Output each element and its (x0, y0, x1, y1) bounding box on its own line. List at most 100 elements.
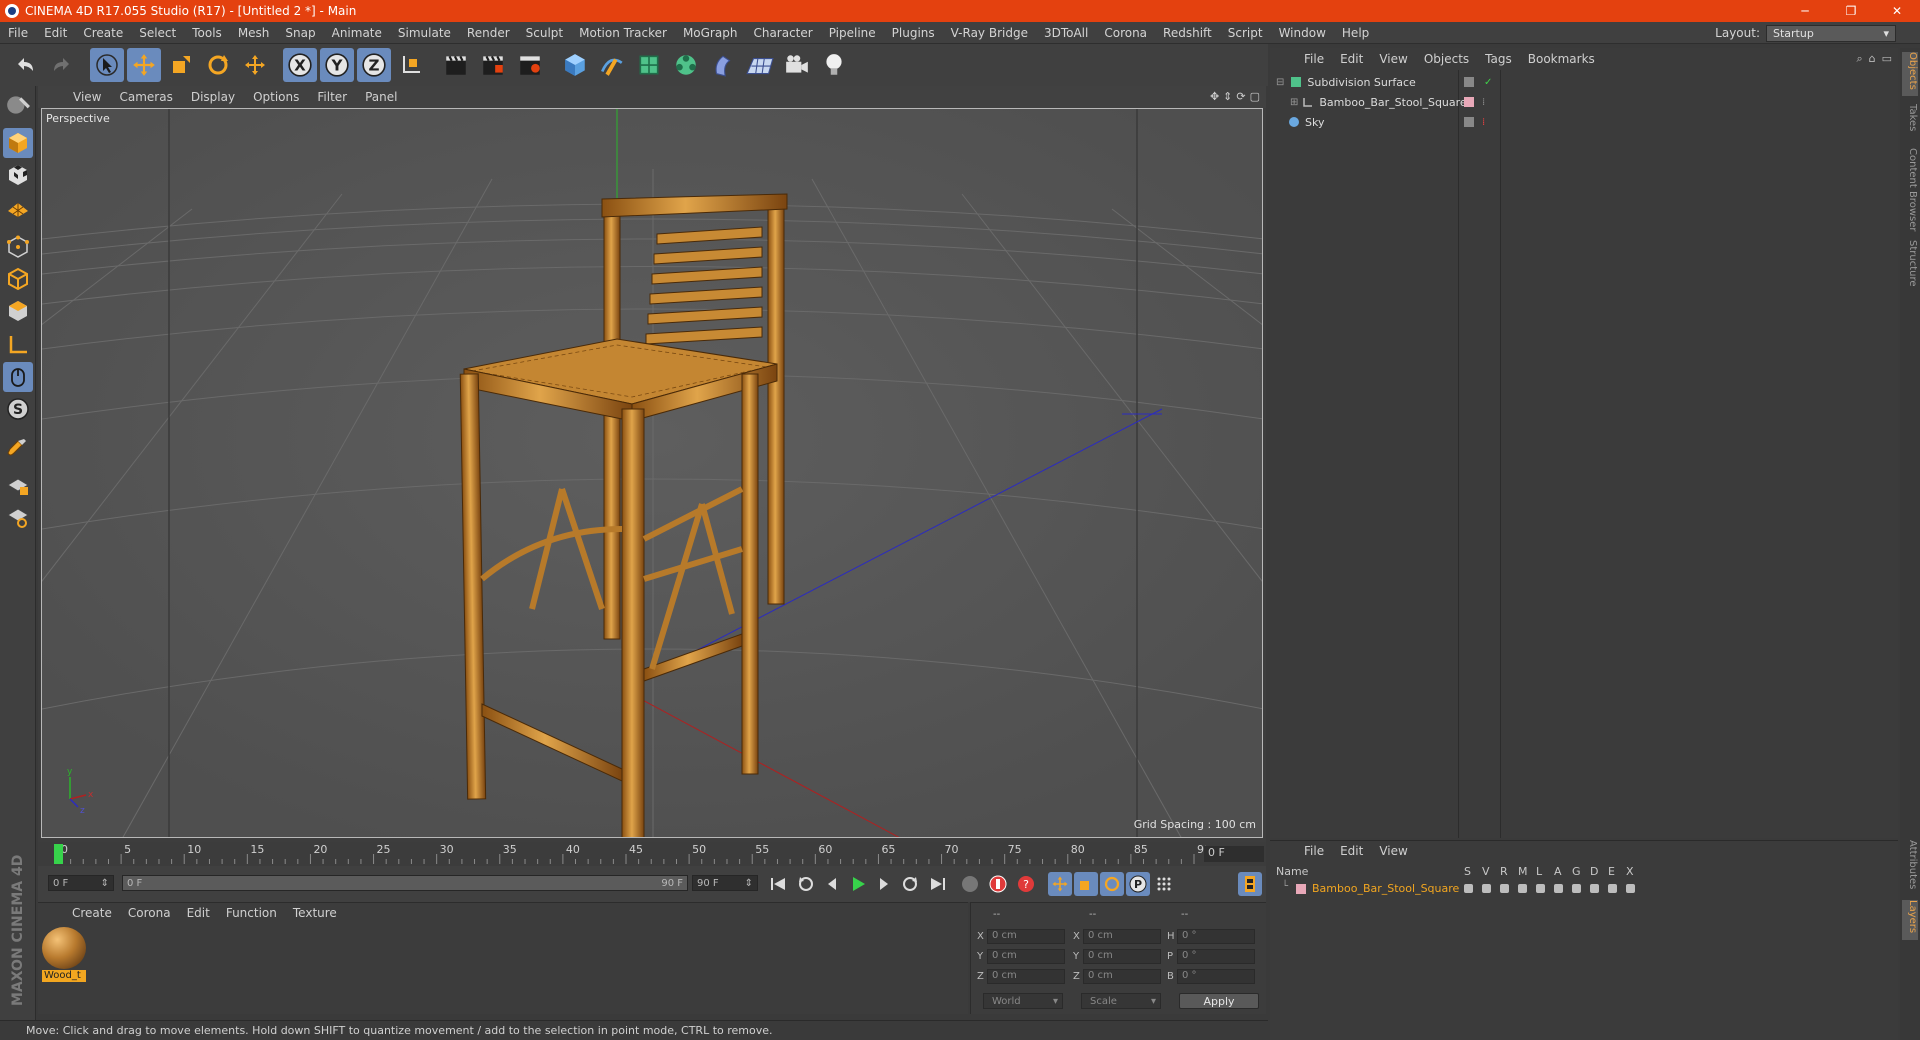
viewport-menu-display[interactable]: Display (182, 90, 244, 104)
next-frame-button[interactable] (872, 872, 896, 896)
viewport-menu-options[interactable]: Options (244, 90, 308, 104)
coordinate-system-dropdown[interactable]: World ▾ (983, 993, 1063, 1009)
cloner-button[interactable] (669, 48, 703, 82)
go-to-start-button[interactable] (766, 872, 790, 896)
spline-pen-button[interactable] (595, 48, 629, 82)
layer-menu-view[interactable]: View (1371, 844, 1415, 858)
maximize-icon[interactable]: ▭ (1882, 52, 1892, 66)
viewport-menu-cameras[interactable]: Cameras (110, 90, 181, 104)
edit-visibility-icon[interactable] (1464, 117, 1474, 127)
snapping-button[interactable]: S (3, 394, 33, 424)
menu-sculpt[interactable]: Sculpt (518, 26, 571, 40)
tab-structure[interactable]: Structure (1902, 240, 1918, 296)
position-key-button[interactable] (1048, 872, 1072, 896)
magnet-button[interactable] (3, 432, 33, 462)
menu-tools[interactable]: Tools (184, 26, 230, 40)
render-view-button[interactable] (439, 48, 473, 82)
autokey-button[interactable] (986, 872, 1010, 896)
layer-menu-file[interactable]: File (1296, 844, 1332, 858)
perspective-viewport[interactable]: Perspective y x z Grid Spacing: 100 cm (41, 108, 1263, 838)
material-menu-texture[interactable]: Texture (285, 906, 345, 920)
layer-toggle-x-icon[interactable] (1626, 884, 1635, 893)
object-menu-file[interactable]: File (1296, 52, 1332, 66)
layer-column-name[interactable]: Name (1276, 865, 1308, 878)
visibility-dots-icon[interactable]: ⁞ (1482, 97, 1485, 108)
model-mode-button[interactable] (3, 128, 33, 158)
go-to-end-button[interactable] (926, 872, 950, 896)
live-selection-button[interactable] (90, 48, 124, 82)
layer-toggle-a-icon[interactable] (1554, 884, 1563, 893)
edit-visibility-icon[interactable] (1464, 77, 1474, 87)
collapse-icon[interactable]: ⊟ (1276, 77, 1284, 88)
texture-mode-button[interactable] (3, 160, 33, 190)
subdivision-surface-button[interactable] (632, 48, 666, 82)
dolly-icon[interactable]: ⇕ (1223, 90, 1232, 103)
cube-primitive-button[interactable] (558, 48, 592, 82)
layer-menu-edit[interactable]: Edit (1332, 844, 1371, 858)
close-button[interactable]: ✕ (1874, 0, 1920, 22)
viewport-menu-panel[interactable]: Panel (356, 90, 406, 104)
coordinate-system-button[interactable] (394, 48, 428, 82)
material-menu-create[interactable]: Create (64, 906, 120, 920)
object-menu-edit[interactable]: Edit (1332, 52, 1371, 66)
home-icon[interactable]: ⌂ (1869, 52, 1876, 66)
size-field-x[interactable]: 0 cm (1083, 929, 1161, 944)
menu-mesh[interactable]: Mesh (230, 26, 278, 40)
viewport-menu-filter[interactable]: Filter (308, 90, 356, 104)
layer-column-r[interactable]: R (1500, 865, 1508, 878)
menu-help[interactable]: Help (1334, 26, 1377, 40)
tab-takes[interactable]: Takes (1902, 104, 1918, 144)
menu-3dtoall[interactable]: 3DToAll (1036, 26, 1096, 40)
planar-workplane-button[interactable] (3, 502, 33, 532)
size-field-z[interactable]: 0 cm (1083, 969, 1161, 984)
object-row-subdivision-surface[interactable]: ⊟ Subdivision Surface ✓ (1270, 72, 1898, 92)
orbit-icon[interactable]: ⟳ (1236, 90, 1245, 103)
layer-column-s[interactable]: S (1464, 865, 1471, 878)
size-mode-dropdown[interactable]: Scale ▾ (1081, 993, 1161, 1009)
layer-toggle-r-icon[interactable] (1500, 884, 1509, 893)
playhead-marker[interactable] (54, 844, 63, 864)
position-field-z[interactable]: 0 cm (987, 969, 1065, 984)
timeline-ruler[interactable]: 051015202530354045505560657075808590 0 F (38, 842, 1266, 866)
workplane-mode-button[interactable] (3, 192, 33, 222)
layer-row[interactable]: └ Bamboo_Bar_Stool_Square (1274, 881, 1894, 897)
position-field-x[interactable]: 0 cm (987, 929, 1065, 944)
menu-select[interactable]: Select (131, 26, 184, 40)
menu-file[interactable]: File (0, 26, 36, 40)
layer-toggle-s-icon[interactable] (1464, 884, 1473, 893)
menu-character[interactable]: Character (745, 26, 820, 40)
rotation-field-p[interactable]: 0 ° (1177, 949, 1255, 964)
tweak-mode-button[interactable] (3, 362, 33, 392)
tab-content-browser[interactable]: Content Browser (1902, 148, 1918, 236)
position-field-y[interactable]: 0 cm (987, 949, 1065, 964)
material-thumbnail[interactable]: Wood_t (42, 927, 86, 982)
menu-v-ray-bridge[interactable]: V-Ray Bridge (943, 26, 1036, 40)
rotation-key-button[interactable] (1100, 872, 1124, 896)
size-field-y[interactable]: 0 cm (1083, 949, 1161, 964)
render-dots-icon[interactable]: ⁞ (1482, 117, 1485, 128)
current-frame-field[interactable]: 0 F (1204, 846, 1264, 862)
locked-workplane-button[interactable] (3, 470, 33, 500)
move-tool-button[interactable] (127, 48, 161, 82)
tab-layers[interactable]: Layers (1902, 900, 1918, 940)
layout-dropdown[interactable]: Startup ▾ (1766, 24, 1896, 42)
menu-create[interactable]: Create (75, 26, 131, 40)
layer-toggle-g-icon[interactable] (1572, 884, 1581, 893)
polygons-mode-button[interactable] (3, 296, 33, 326)
menu-plugins[interactable]: Plugins (884, 26, 943, 40)
end-frame-field[interactable]: 90 F ⇕ (692, 875, 758, 891)
search-icon[interactable]: ⌕ (1856, 52, 1862, 66)
menu-pipeline[interactable]: Pipeline (821, 26, 884, 40)
scale-key-button[interactable] (1074, 872, 1098, 896)
undo-button[interactable] (8, 48, 42, 82)
play-button[interactable] (846, 872, 870, 896)
minimize-button[interactable]: ─ (1782, 0, 1828, 22)
y-axis-lock-button[interactable]: Y (320, 48, 354, 82)
rotate-tool-button[interactable] (201, 48, 235, 82)
object-menu-tags[interactable]: Tags (1477, 52, 1520, 66)
restore-button[interactable]: ❐ (1828, 0, 1874, 22)
object-menu-bookmarks[interactable]: Bookmarks (1520, 52, 1603, 66)
object-menu-view[interactable]: View (1371, 52, 1415, 66)
layer-toggle-m-icon[interactable] (1518, 884, 1527, 893)
expand-icon[interactable]: ⊞ (1290, 97, 1298, 108)
